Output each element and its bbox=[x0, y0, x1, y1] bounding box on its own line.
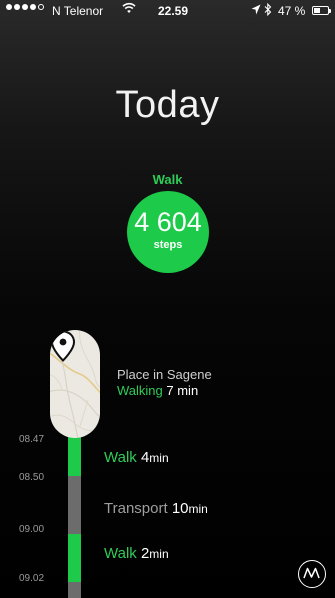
segment-duration-unit: min bbox=[149, 547, 169, 561]
page-title: Today bbox=[115, 84, 220, 126]
place-details: Walking 7 min bbox=[117, 383, 198, 398]
place-activity: Walking bbox=[117, 383, 163, 398]
battery-icon bbox=[312, 6, 329, 15]
segment-walk[interactable]: Walk 4min bbox=[104, 449, 169, 466]
status-bar: N Telenor 22.59 47 % bbox=[0, 0, 335, 22]
bluetooth-icon bbox=[264, 2, 272, 19]
signal-dots-icon bbox=[6, 4, 44, 10]
timeline-transport-segment[interactable] bbox=[68, 476, 81, 534]
time-label: 08.47 bbox=[19, 434, 45, 445]
steps-unit-label: steps bbox=[153, 239, 183, 251]
timeline-transport-segment[interactable] bbox=[68, 582, 81, 598]
summary-activity-label: Walk bbox=[152, 172, 183, 187]
place-map-thumbnail[interactable] bbox=[50, 330, 100, 438]
time-label: 09.00 bbox=[19, 524, 45, 535]
segment-duration: 10 bbox=[171, 500, 189, 517]
segment-name: Walk bbox=[104, 449, 137, 466]
clock-time: 22.59 bbox=[158, 4, 189, 18]
steps-bubble[interactable]: 4 604 steps bbox=[127, 191, 209, 273]
segment-transport[interactable]: Transport 10min bbox=[104, 500, 208, 517]
battery-tip bbox=[329, 9, 331, 13]
place-name[interactable]: Place in Sagene bbox=[117, 367, 212, 382]
segment-duration-unit: min bbox=[188, 502, 208, 516]
battery-percentage: 47 % bbox=[278, 4, 306, 18]
segment-name: Walk bbox=[104, 545, 137, 562]
moves-logo-icon[interactable] bbox=[298, 560, 326, 588]
timeline-walk-segment[interactable] bbox=[68, 534, 81, 582]
segment-duration-unit: min bbox=[149, 451, 169, 465]
time-label: 09.02 bbox=[19, 573, 45, 584]
wifi-icon bbox=[122, 2, 136, 17]
carrier-name: N Telenor bbox=[52, 4, 104, 18]
segment-name: Transport bbox=[104, 500, 168, 517]
steps-count: 4 604 bbox=[134, 207, 202, 237]
time-label: 08.50 bbox=[19, 472, 45, 483]
location-pin-icon bbox=[50, 330, 76, 362]
place-duration: 7 min bbox=[166, 383, 199, 398]
location-arrow-icon bbox=[251, 4, 261, 19]
segment-walk[interactable]: Walk 2min bbox=[104, 545, 169, 562]
screen: N Telenor 22.59 47 % Today Walk 4 604 st… bbox=[0, 0, 335, 598]
battery-level bbox=[314, 8, 321, 13]
